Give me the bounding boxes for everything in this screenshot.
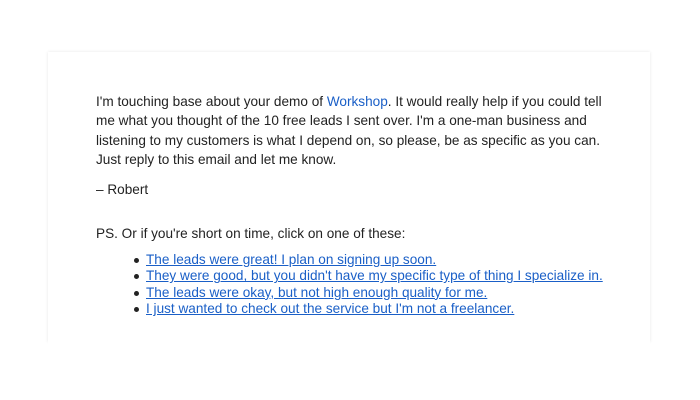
intro-text-start: I'm touching base about your demo of: [96, 94, 327, 109]
intro-paragraph: I'm touching base about your demo of Wor…: [96, 92, 616, 169]
option-link-okay[interactable]: The leads were okay, but not high enough…: [146, 285, 487, 300]
list-item: The leads were great! I plan on signing …: [134, 252, 616, 269]
list-item: The leads were okay, but not high enough…: [134, 285, 616, 302]
signature: – Robert: [96, 182, 149, 198]
ps-text: PS. Or if you're short on time, click on…: [96, 226, 406, 242]
list-item: I just wanted to check out the service b…: [134, 301, 616, 318]
workshop-link[interactable]: Workshop: [327, 94, 388, 109]
option-link-good[interactable]: They were good, but you didn't have my s…: [146, 268, 603, 283]
feedback-options-list: The leads were great! I plan on signing …: [96, 252, 616, 318]
option-link-not-freelancer[interactable]: I just wanted to check out the service b…: [146, 301, 514, 316]
email-body: I'm touching base about your demo of Wor…: [96, 92, 616, 318]
list-item: They were good, but you didn't have my s…: [134, 268, 616, 285]
option-link-great[interactable]: The leads were great! I plan on signing …: [146, 252, 436, 267]
